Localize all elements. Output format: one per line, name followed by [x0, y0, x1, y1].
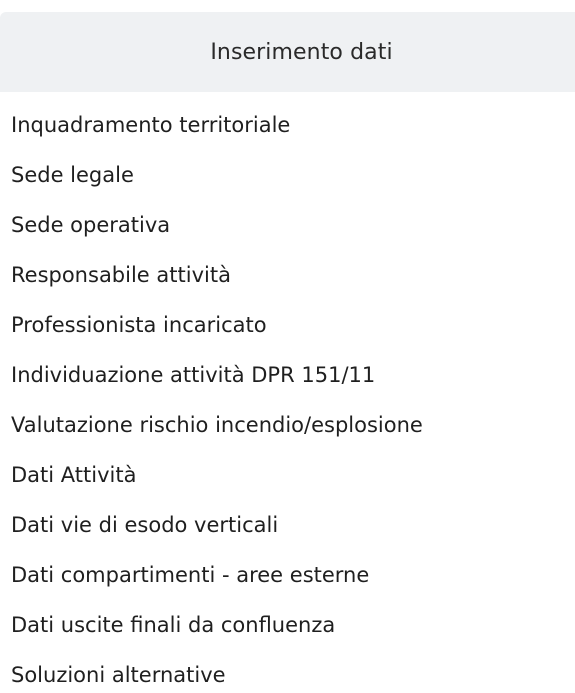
- menu-item-inquadramento-territoriale[interactable]: Inquadramento territoriale: [0, 100, 575, 150]
- menu-item-professionista-incaricato[interactable]: Professionista incaricato: [0, 300, 575, 350]
- menu-item-soluzioni-alternative[interactable]: Soluzioni alternative: [0, 650, 575, 693]
- data-entry-menu: Inquadramento territoriale Sede legale S…: [0, 100, 575, 693]
- data-entry-panel: Inserimento dati Inquadramento territori…: [0, 0, 575, 693]
- menu-item-sede-operativa[interactable]: Sede operativa: [0, 200, 575, 250]
- menu-item-dati-compartimenti[interactable]: Dati compartimenti - aree esterne: [0, 550, 575, 600]
- menu-item-sede-legale[interactable]: Sede legale: [0, 150, 575, 200]
- menu-item-individuazione-attivita[interactable]: Individuazione attività DPR 151/11: [0, 350, 575, 400]
- menu-item-valutazione-rischio[interactable]: Valutazione rischio incendio/esplosione: [0, 400, 575, 450]
- menu-item-dati-attivita[interactable]: Dati Attività: [0, 450, 575, 500]
- panel-title: Inserimento dati: [210, 39, 393, 65]
- panel-header: Inserimento dati: [0, 12, 575, 92]
- menu-item-responsabile-attivita[interactable]: Responsabile attività: [0, 250, 575, 300]
- menu-item-dati-vie-esodo[interactable]: Dati vie di esodo verticali: [0, 500, 575, 550]
- menu-item-dati-uscite-finali[interactable]: Dati uscite finali da confluenza: [0, 600, 575, 650]
